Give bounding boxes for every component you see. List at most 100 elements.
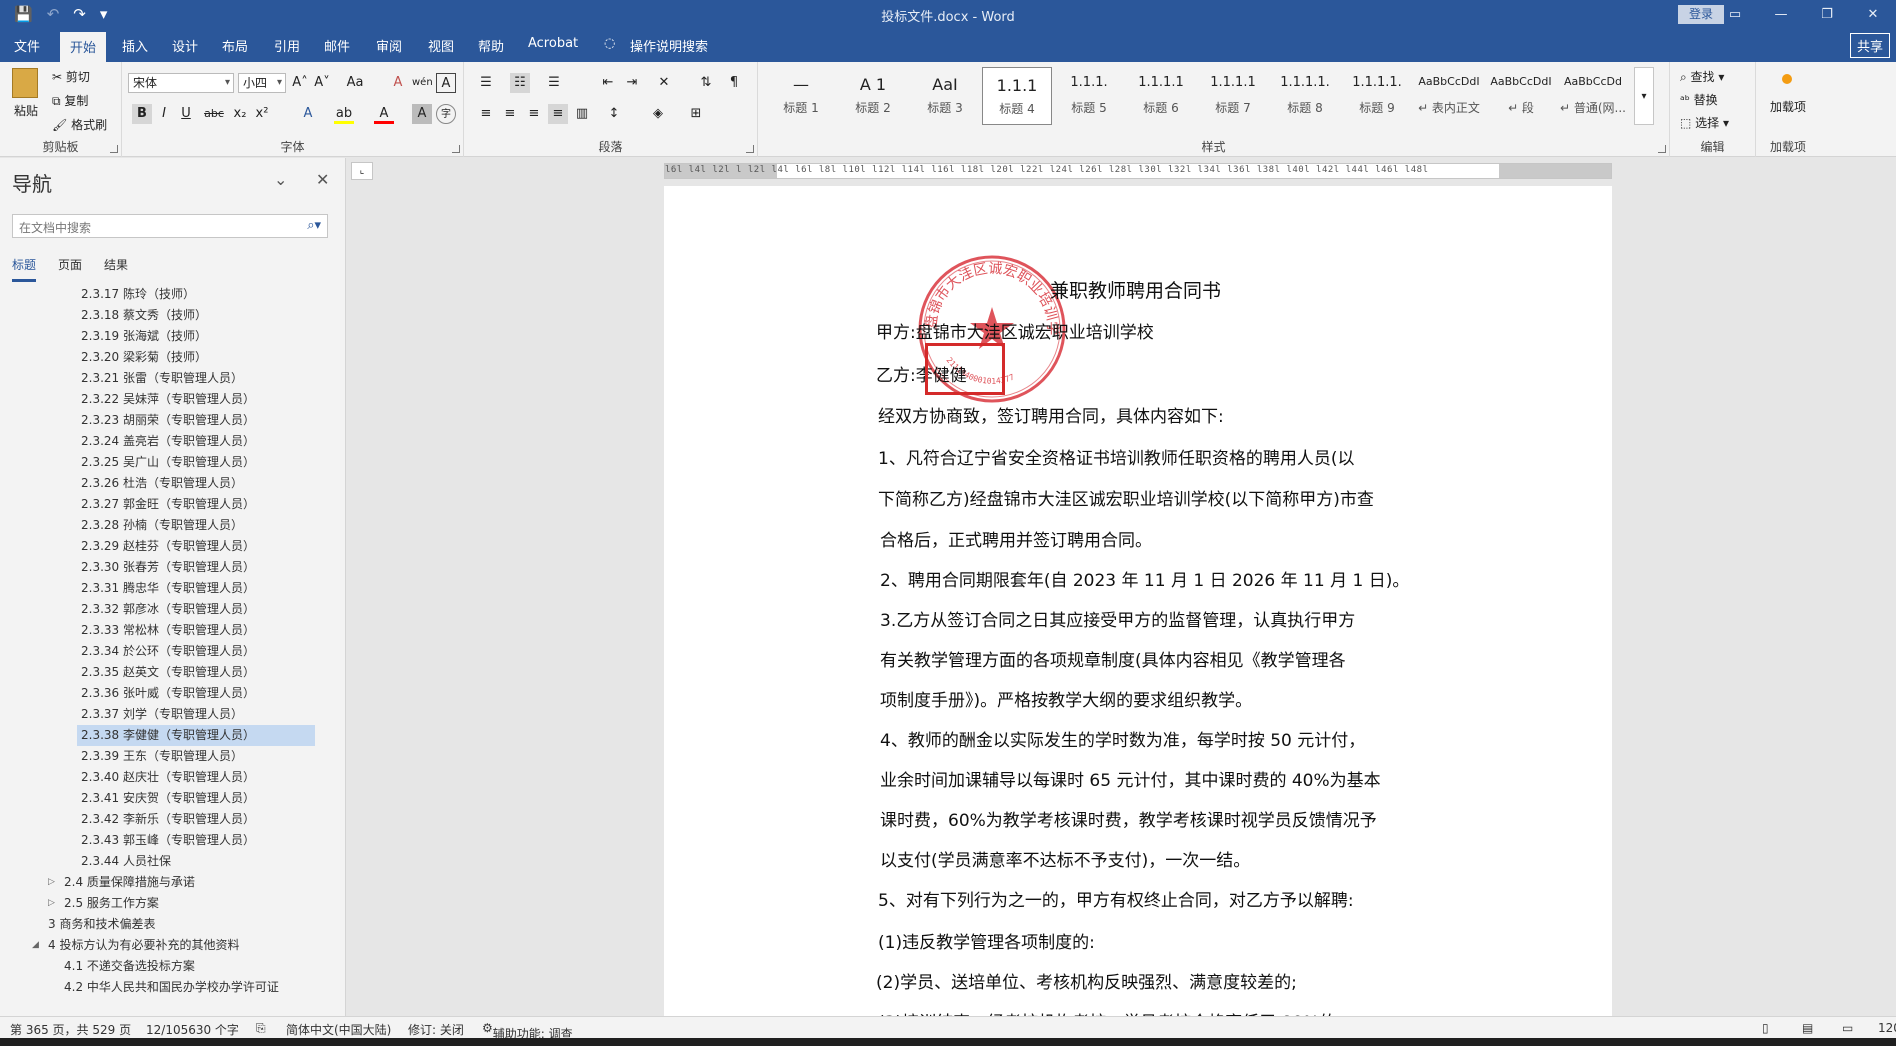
tell-me-search[interactable]: 操作说明搜索 xyxy=(630,36,708,55)
style-item-8[interactable]: 1.1.1.1. 标题 8 xyxy=(1270,67,1340,125)
nav-heading-item[interactable]: 2.3.35 赵英文（专职管理人员） xyxy=(0,662,346,683)
decrease-indent-icon[interactable]: ⇤ xyxy=(598,73,618,93)
nav-heading-item[interactable]: 2.3.26 杜浩（专职管理人员） xyxy=(0,473,346,494)
find-button[interactable]: ⌕ 查找 ▾ xyxy=(1680,68,1724,85)
nav-heading-item[interactable]: 2.3.17 陈玲（技师） xyxy=(0,284,346,305)
page-count[interactable]: 第 365 页，共 529 页 xyxy=(10,1021,131,1038)
zoom-level[interactable]: 120 xyxy=(1878,1021,1896,1035)
style-item-7[interactable]: 1.1.1.1 标题 7 xyxy=(1198,67,1268,125)
expand-toggle-icon[interactable]: ▷ xyxy=(48,872,55,893)
multilevel-list-icon[interactable]: ☰ xyxy=(544,73,564,93)
font-color-button[interactable]: A xyxy=(374,104,394,124)
character-border-button[interactable]: A xyxy=(436,73,456,93)
addins-button[interactable]: 加载项 xyxy=(1768,100,1808,115)
search-icon[interactable]: ⌕▾ xyxy=(307,218,321,233)
tab-mailings[interactable]: 邮件 xyxy=(324,36,350,55)
paste-icon[interactable] xyxy=(12,68,38,98)
nav-heading-item[interactable]: 2.3.34 於公环（专职管理人员） xyxy=(0,641,346,662)
paragraph-launcher-icon[interactable] xyxy=(746,145,754,153)
nav-options-chevron-icon[interactable]: ⌄ xyxy=(274,170,287,189)
nav-heading-item[interactable]: 2.3.40 赵庆壮（专职管理人员） xyxy=(0,767,346,788)
nav-close-icon[interactable]: ✕ xyxy=(316,170,329,189)
align-center-icon[interactable]: ≡ xyxy=(500,104,520,124)
line-spacing-icon[interactable]: ↕ xyxy=(604,104,624,124)
nav-heading-item[interactable]: 2.3.39 王东（专职管理人员） xyxy=(0,746,346,767)
nav-heading-item[interactable]: 2.3.43 郭玉峰（专职管理人员） xyxy=(0,830,346,851)
nav-heading-item[interactable]: 2.3.21 张雷（专职管理人员） xyxy=(0,368,346,389)
nav-heading-item[interactable]: 2.3.24 盖亮岩（专职管理人员） xyxy=(0,431,346,452)
nav-tab-pages[interactable]: 页面 xyxy=(58,256,82,282)
web-layout-icon[interactable]: ▭ xyxy=(1842,1021,1853,1035)
nav-heading-item[interactable]: 4.2 中华人民共和国民办学校办学许可证 xyxy=(0,977,346,998)
tab-file[interactable]: 文件 xyxy=(14,36,40,55)
nav-heading-item[interactable]: 2.3.23 胡丽荣（专职管理人员） xyxy=(0,410,346,431)
cut-button[interactable]: ✂ 剪切 xyxy=(52,68,90,85)
style-item-9[interactable]: 1.1.1.1. 标题 9 xyxy=(1342,67,1412,125)
tab-insert[interactable]: 插入 xyxy=(122,36,148,55)
bold-button[interactable]: B xyxy=(132,104,152,124)
paste-button[interactable]: 粘贴 xyxy=(14,102,38,119)
style-item-2[interactable]: A 1 标题 2 xyxy=(838,67,908,125)
nav-heading-item[interactable]: 2.3.22 吴妹萍（专职管理人员） xyxy=(0,389,346,410)
tab-selector[interactable]: ⌞ xyxy=(351,162,373,180)
ribbon-display-icon[interactable]: ▭ xyxy=(1712,0,1758,29)
style-item-11[interactable]: AaBbCcDdI ↵ 段 xyxy=(1486,67,1556,125)
nav-heading-item[interactable]: ▷ 2.5 服务工作方案 xyxy=(0,893,346,914)
font-size-combo[interactable]: 小四 xyxy=(238,73,286,93)
nav-heading-item[interactable]: 2.3.29 赵桂芬（专职管理人员） xyxy=(0,536,346,557)
nav-heading-item[interactable]: 2.3.44 人员社保 xyxy=(0,851,346,872)
proofing-icon[interactable]: ⎘ xyxy=(256,1021,266,1036)
nav-heading-item[interactable]: 2.3.27 郭金旺（专职管理人员） xyxy=(0,494,346,515)
document-page[interactable]: 盘锦市大洼区诚宏职业培训学校 2111040001014377 兼职教师聘用合同… xyxy=(664,186,1612,1016)
style-item-12[interactable]: AaBbCcDd ↵ 普通(网... xyxy=(1558,67,1628,125)
nav-tab-headings[interactable]: 标题 xyxy=(12,256,37,282)
style-item-1[interactable]: — 标题 1 xyxy=(766,67,836,125)
nav-heading-item[interactable]: 2.3.37 刘学（专职管理人员） xyxy=(0,704,346,725)
track-changes-status[interactable]: 修订: 关闭 xyxy=(408,1021,464,1038)
style-item-10[interactable]: AaBbCcDdI ↵ 表内正文 xyxy=(1414,67,1484,125)
accessibility-status[interactable]: ⚙ 辅助功能: 调查 xyxy=(482,1021,573,1041)
tab-view[interactable]: 视图 xyxy=(428,36,454,55)
minimize-button[interactable]: — xyxy=(1758,0,1804,29)
show-marks-icon[interactable]: ¶ xyxy=(724,73,744,93)
nav-heading-item[interactable]: 2.3.38 李健健（专职管理人员） xyxy=(77,725,315,746)
addins-icon[interactable] xyxy=(1782,74,1792,84)
underline-button[interactable]: U xyxy=(176,104,196,124)
horizontal-ruler[interactable]: l6l l4l l2l l l2l l4l l6l l8l l10l l12l … xyxy=(664,163,1612,179)
tab-home[interactable]: 开始 xyxy=(60,32,107,64)
shading-icon[interactable]: ◈ xyxy=(648,104,668,124)
word-count[interactable]: 12/105630 个字 xyxy=(146,1021,239,1038)
highlight-button[interactable]: ab xyxy=(334,104,354,124)
nav-heading-item[interactable]: 2.3.42 李新乐（专职管理人员） xyxy=(0,809,346,830)
align-left-icon[interactable]: ≡ xyxy=(476,104,496,124)
text-effects-button[interactable]: A xyxy=(298,104,318,124)
superscript-button[interactable]: x² xyxy=(252,104,272,124)
print-layout-icon[interactable]: ▤ xyxy=(1802,1021,1813,1035)
tab-design[interactable]: 设计 xyxy=(172,36,198,55)
shrink-font-button[interactable]: A˅ xyxy=(312,73,332,93)
character-shading-button[interactable]: A xyxy=(412,104,432,124)
increase-indent-icon[interactable]: ⇥ xyxy=(622,73,642,93)
nav-heading-item[interactable]: 2.3.31 腾忠华（专职管理人员） xyxy=(0,578,346,599)
read-mode-icon[interactable]: ▯ xyxy=(1762,1021,1769,1035)
replace-button[interactable]: ᵃᵇ 替换 xyxy=(1680,91,1718,108)
nav-heading-item[interactable]: 2.3.33 常松林（专职管理人员） xyxy=(0,620,346,641)
align-right-icon[interactable]: ≡ xyxy=(524,104,544,124)
nav-heading-item[interactable]: ◢ 4 投标方认为有必要补充的其他资料 xyxy=(0,935,346,956)
nav-heading-item[interactable]: 2.3.25 吴广山（专职管理人员） xyxy=(0,452,346,473)
close-button[interactable]: ✕ xyxy=(1850,0,1896,29)
expand-toggle-icon[interactable]: ◢ xyxy=(32,935,39,956)
chinese-layout-icon[interactable]: ✕ xyxy=(654,73,674,93)
restore-button[interactable]: ❐ xyxy=(1804,0,1850,29)
nav-heading-item[interactable]: 2.3.20 梁彩菊（技师） xyxy=(0,347,346,368)
tab-references[interactable]: 引用 xyxy=(274,36,300,55)
subscript-button[interactable]: x₂ xyxy=(230,104,250,124)
enclose-character-button[interactable]: 字 xyxy=(436,104,456,124)
nav-heading-item[interactable]: 4.1 不递交备选投标方案 xyxy=(0,956,346,977)
style-item-4[interactable]: 1.1.1 标题 4 xyxy=(982,67,1052,125)
select-button[interactable]: ⬚ 选择 ▾ xyxy=(1680,114,1729,131)
style-item-6[interactable]: 1.1.1.1 标题 6 xyxy=(1126,67,1196,125)
grow-font-button[interactable]: A˄ xyxy=(290,73,310,93)
style-item-5[interactable]: 1.1.1. 标题 5 xyxy=(1054,67,1124,125)
nav-heading-item[interactable]: 2.3.18 蔡文秀（技师） xyxy=(0,305,346,326)
